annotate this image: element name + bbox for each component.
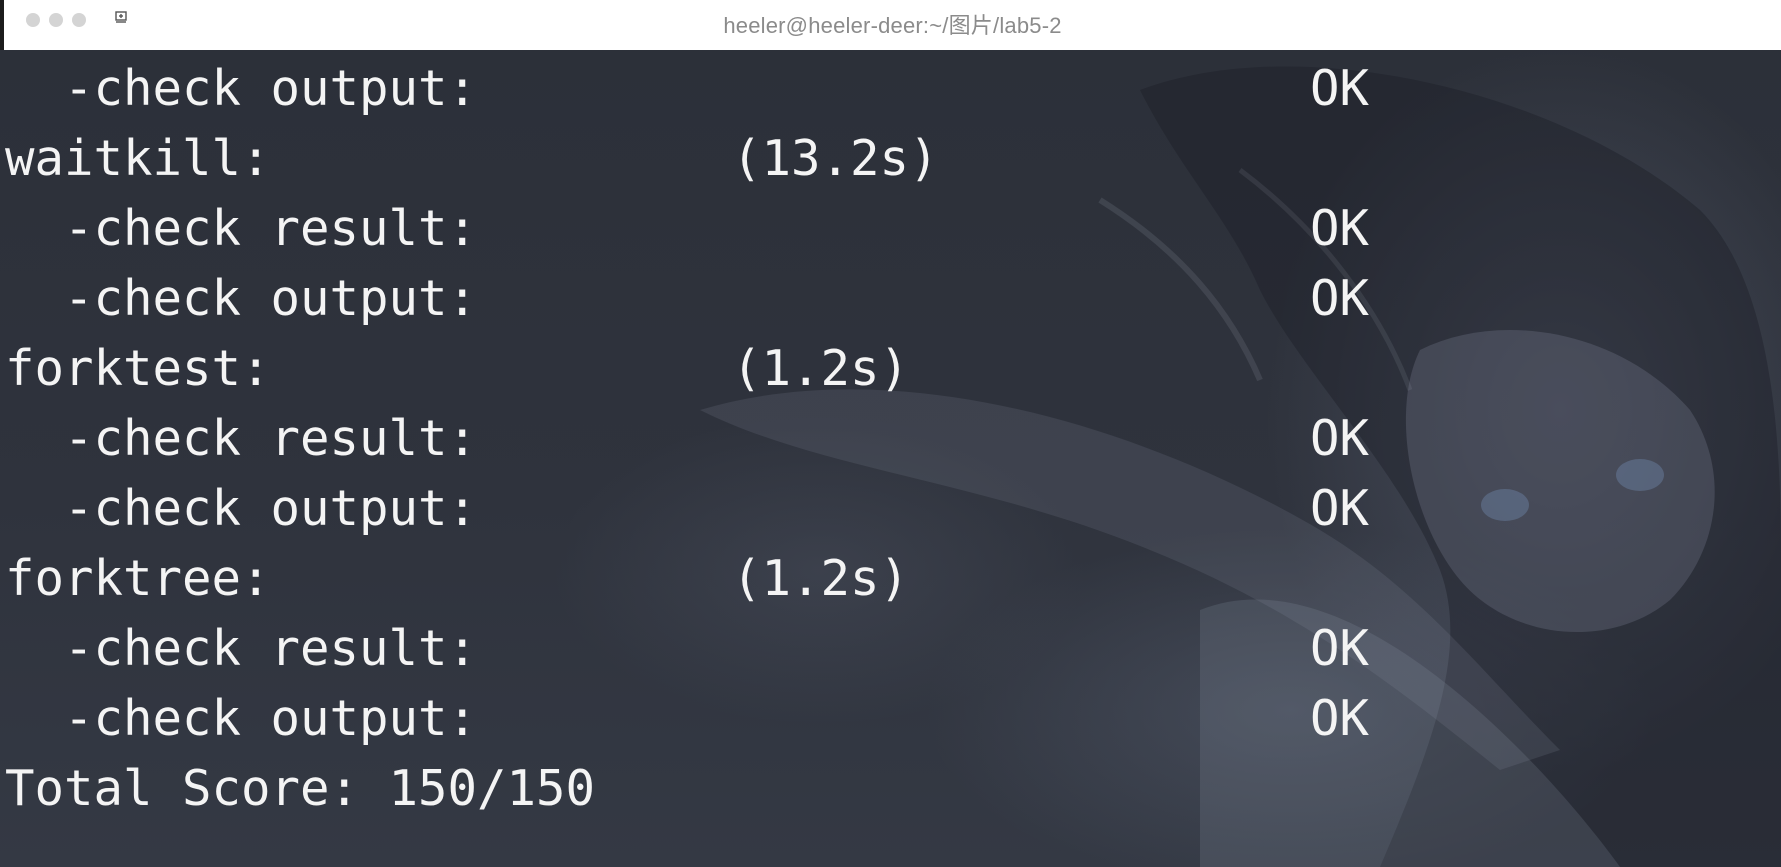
line-status: OK	[1310, 690, 1370, 747]
terminal-line: -check output: OK	[5, 264, 1369, 334]
line-label: -check result:	[5, 410, 478, 467]
terminal-line: waitkill: (13.2s)	[5, 124, 939, 194]
terminal-line: -check result: OK	[5, 614, 1369, 684]
line-label: forktree:	[5, 550, 271, 607]
line-duration: (1.2s)	[732, 550, 910, 607]
terminal-line: -check output: OK	[5, 474, 1369, 544]
terminal-line: forktest: (1.2s)	[5, 334, 909, 404]
line-label: -check result:	[5, 620, 478, 677]
terminal-output-area[interactable]: -check output: OK waitkill: (13.2s) -che…	[0, 50, 1781, 867]
terminal-line: -check result: OK	[5, 194, 1369, 264]
line-status: OK	[1310, 60, 1370, 117]
total-score-line: Total Score: 150/150	[5, 754, 595, 824]
terminal-line: forktree: (1.2s)	[5, 544, 909, 614]
terminal-line: -check output: OK	[5, 684, 1369, 754]
line-label: forktest:	[5, 340, 271, 397]
line-label: -check output:	[5, 60, 478, 117]
window-title: heeler@heeler-deer:~/图片/lab5-2	[723, 13, 1062, 38]
line-status: OK	[1310, 270, 1370, 327]
line-label: waitkill:	[5, 130, 271, 187]
line-status: OK	[1310, 480, 1370, 537]
terminal-text: -check output: OK waitkill: (13.2s) -che…	[5, 54, 1369, 824]
line-label: -check result:	[5, 200, 478, 257]
total-score: Total Score: 150/150	[5, 760, 596, 817]
terminal-line: -check result: OK	[5, 404, 1369, 474]
line-duration: (13.2s)	[732, 130, 939, 187]
title-bar[interactable]: heeler@heeler-deer:~/图片/lab5-2	[0, 0, 1781, 50]
line-label: -check output:	[5, 270, 478, 327]
terminal-window: heeler@heeler-deer:~/图片/lab5-2 -check ou…	[0, 0, 1781, 867]
line-status: OK	[1310, 410, 1370, 467]
line-status: OK	[1310, 620, 1370, 677]
line-label: -check output:	[5, 690, 478, 747]
line-label: -check output:	[5, 480, 478, 537]
terminal-line: -check output: OK	[5, 54, 1369, 124]
line-duration: (1.2s)	[732, 340, 910, 397]
line-status: OK	[1310, 200, 1370, 257]
